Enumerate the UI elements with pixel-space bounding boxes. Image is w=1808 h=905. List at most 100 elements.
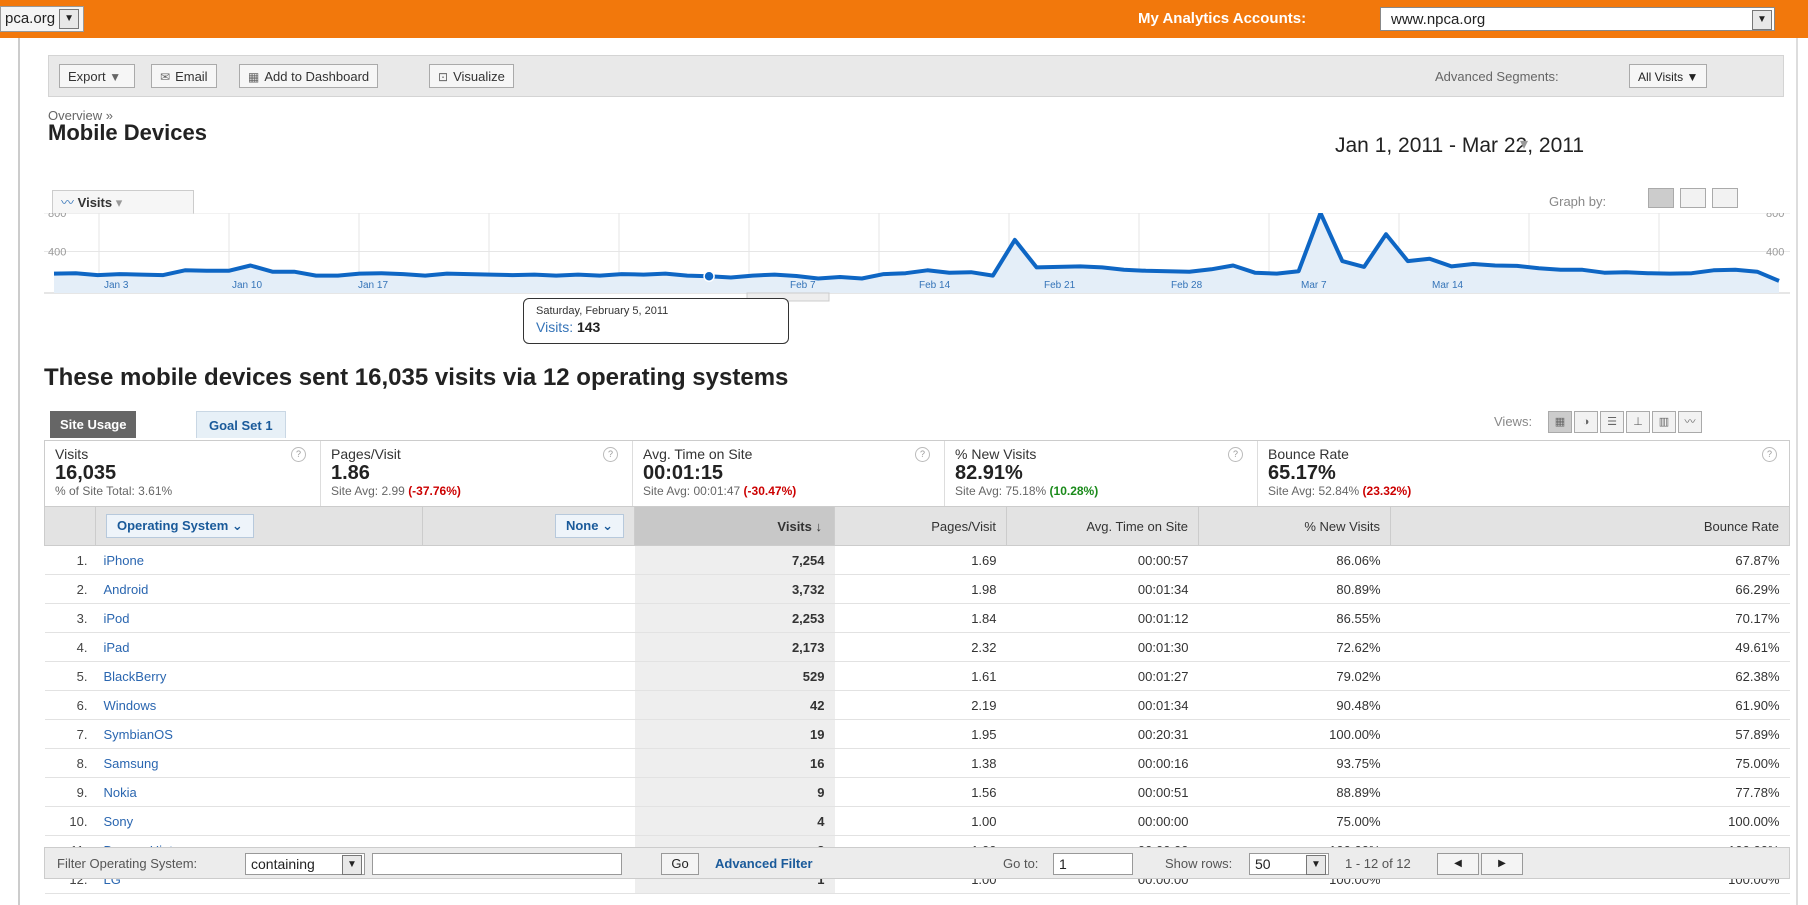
date-range[interactable]: Jan 1, 2011 - Mar 22, 2011 bbox=[1335, 134, 1584, 158]
go-button[interactable]: Go bbox=[661, 853, 699, 875]
chevron-down-icon: ▼ bbox=[109, 70, 122, 84]
goto-input[interactable]: 1 bbox=[1053, 853, 1133, 875]
os-name-link[interactable]: Windows bbox=[95, 690, 423, 720]
site-selector[interactable]: pca.org ▼ bbox=[0, 6, 85, 32]
os-name-link[interactable]: BlackBerry bbox=[95, 661, 423, 691]
visits-cell: 2,253 bbox=[634, 603, 835, 633]
table-view-icon[interactable]: ▦ bbox=[1548, 411, 1572, 433]
new-visits-cell: 72.62% bbox=[1198, 632, 1391, 662]
os-name-link[interactable]: iPod bbox=[95, 603, 423, 633]
advanced-filter-link[interactable]: Advanced Filter bbox=[715, 856, 813, 871]
dimension-header: Operating System ⌄ bbox=[95, 506, 423, 546]
help-icon[interactable]: ? bbox=[603, 447, 618, 462]
row-spacer bbox=[422, 719, 635, 749]
scorecard-sub: Site Avg: 2.99 bbox=[331, 484, 405, 498]
y-tick-label: 800 bbox=[1766, 213, 1784, 220]
pivot-view-icon[interactable]: ▥ bbox=[1652, 411, 1676, 433]
x-tick-label: Feb 14 bbox=[919, 280, 951, 291]
help-icon[interactable]: ? bbox=[915, 447, 930, 462]
primary-dimension-label: Operating System bbox=[117, 518, 229, 533]
add-to-dashboard-button[interactable]: ▦ Add to Dashboard bbox=[239, 64, 379, 88]
chevron-down-icon[interactable]: ▾ bbox=[1520, 134, 1528, 154]
os-name-link[interactable]: iPad bbox=[95, 632, 423, 662]
table-row[interactable]: 8. Samsung 16 1.38 00:00:16 93.75% 75.00% bbox=[44, 748, 1790, 778]
next-page-button[interactable]: ▶ bbox=[1481, 853, 1523, 875]
row-spacer bbox=[422, 690, 635, 720]
os-name-link[interactable]: Nokia bbox=[95, 777, 423, 807]
bounce-rate-cell: 100.00% bbox=[1390, 806, 1790, 836]
visualize-button[interactable]: ⊡ Visualize bbox=[429, 64, 514, 88]
os-name-link[interactable]: Android bbox=[95, 574, 423, 604]
table-row[interactable]: 9. Nokia 9 1.56 00:00:51 88.89% 77.78% bbox=[44, 777, 1790, 807]
highlighted-point[interactable] bbox=[703, 270, 715, 282]
bar-view-icon[interactable]: ☰ bbox=[1600, 411, 1624, 433]
tab-goal-set-1[interactable]: Goal Set 1 bbox=[196, 411, 286, 438]
prev-page-button[interactable]: ◀ bbox=[1437, 853, 1479, 875]
page-title: Mobile Devices bbox=[48, 120, 207, 145]
new-visits-cell: 88.89% bbox=[1198, 777, 1391, 807]
segments-value: All Visits bbox=[1638, 70, 1684, 84]
visits-cell: 9 bbox=[634, 777, 835, 807]
col-header-new-visits[interactable]: % New Visits bbox=[1198, 506, 1391, 546]
col-header-pages-visit[interactable]: Pages/Visit bbox=[834, 506, 1007, 546]
right-divider bbox=[1796, 38, 1798, 905]
pages-visit-cell: 1.69 bbox=[834, 545, 1007, 575]
os-name-link[interactable]: Samsung bbox=[95, 748, 423, 778]
scorecard-value: 16,035 bbox=[55, 462, 117, 484]
col-header-bounce-rate[interactable]: Bounce Rate bbox=[1390, 506, 1790, 546]
filter-input[interactable] bbox=[372, 853, 622, 875]
visits-chart[interactable]: 400 400 800 800 Jan 3 Jan 10 Jan 17 Feb 7 Feb 14… bbox=[44, 213, 1790, 338]
export-button[interactable]: Export ▼ bbox=[59, 64, 136, 88]
trend-view-icon[interactable]: 〰 bbox=[1678, 411, 1702, 433]
pages-visit-cell: 1.84 bbox=[834, 603, 1007, 633]
graph-by-week-button[interactable] bbox=[1680, 188, 1706, 208]
chevron-down-icon[interactable]: ▼ bbox=[1752, 10, 1772, 30]
table-row[interactable]: 10. Sony 4 1.00 00:00:00 75.00% 100.00% bbox=[44, 806, 1790, 836]
scorecard-title: Visits bbox=[55, 446, 89, 462]
new-visits-cell: 86.06% bbox=[1198, 545, 1391, 575]
tab-site-usage[interactable]: Site Usage bbox=[50, 411, 137, 438]
bounce-rate-cell: 66.29% bbox=[1390, 574, 1790, 604]
chevron-down-icon: ▾ bbox=[115, 195, 123, 210]
scorecard-sub: Site Avg: 00:01:47 bbox=[643, 484, 741, 498]
os-name-link[interactable]: Sony bbox=[95, 806, 423, 836]
bounce-rate-cell: 49.61% bbox=[1390, 632, 1790, 662]
scorecard-value: 1.86 bbox=[331, 462, 370, 484]
row-index: 1. bbox=[44, 545, 96, 575]
graph-by-day-button[interactable] bbox=[1648, 188, 1674, 208]
show-rows-select[interactable]: 50 ▼ bbox=[1249, 853, 1329, 875]
table-row[interactable]: 2. Android 3,732 1.98 00:01:34 80.89% 66.29% bbox=[44, 574, 1790, 604]
os-name-link[interactable]: SymbianOS bbox=[95, 719, 423, 749]
filter-mode-select[interactable]: containing ▼ bbox=[245, 853, 365, 875]
pages-visit-cell: 2.19 bbox=[834, 690, 1007, 720]
table-row[interactable]: 5. BlackBerry 529 1.61 00:01:27 79.02% 62.38% bbox=[44, 661, 1790, 691]
help-icon[interactable]: ? bbox=[1762, 447, 1777, 462]
table-row[interactable]: 3. iPod 2,253 1.84 00:01:12 86.55% 70.17% bbox=[44, 603, 1790, 633]
email-button[interactable]: ✉ Email bbox=[151, 64, 217, 88]
graph-by-month-button[interactable] bbox=[1712, 188, 1738, 208]
scorecard-delta: (-37.76%) bbox=[408, 484, 461, 498]
pie-view-icon[interactable]: ◑ bbox=[1574, 411, 1598, 433]
metric-selector[interactable]: 〰 Visits ▾ bbox=[52, 190, 194, 214]
visits-cell: 529 bbox=[634, 661, 835, 691]
scorecard-new-visits: % New Visits 82.91% Site Avg: 75.18% (10… bbox=[945, 441, 1258, 507]
table-row[interactable]: 6. Windows 42 2.19 00:01:34 90.48% 61.90% bbox=[44, 690, 1790, 720]
chevron-down-icon[interactable]: ▼ bbox=[59, 9, 80, 30]
segments-dropdown[interactable]: All Visits ▼ bbox=[1629, 64, 1708, 88]
account-selector[interactable]: www.npca.org ▼ bbox=[1380, 7, 1775, 31]
help-icon[interactable]: ? bbox=[1228, 447, 1243, 462]
new-visits-cell: 79.02% bbox=[1198, 661, 1391, 691]
table-row[interactable]: 4. iPad 2,173 2.32 00:01:30 72.62% 49.61% bbox=[44, 632, 1790, 662]
table-row[interactable]: 1. iPhone 7,254 1.69 00:00:57 86.06% 67.87% bbox=[44, 545, 1790, 575]
comparison-view-icon[interactable]: ⊥ bbox=[1626, 411, 1650, 433]
os-name-link[interactable]: iPhone bbox=[95, 545, 423, 575]
col-header-visits[interactable]: Visits ↓ bbox=[634, 506, 835, 546]
help-icon[interactable]: ? bbox=[291, 447, 306, 462]
avg-time-cell: 00:00:16 bbox=[1006, 748, 1199, 778]
sort-arrow-icon: ↓ bbox=[815, 518, 823, 534]
secondary-dimension-button[interactable]: None ⌄ bbox=[554, 514, 624, 538]
table-row[interactable]: 7. SymbianOS 19 1.95 00:20:31 100.00% 57.89% bbox=[44, 719, 1790, 749]
col-header-avg-time[interactable]: Avg. Time on Site bbox=[1006, 506, 1199, 546]
pages-visit-cell: 2.32 bbox=[834, 632, 1007, 662]
primary-dimension-button[interactable]: Operating System ⌄ bbox=[106, 514, 254, 538]
